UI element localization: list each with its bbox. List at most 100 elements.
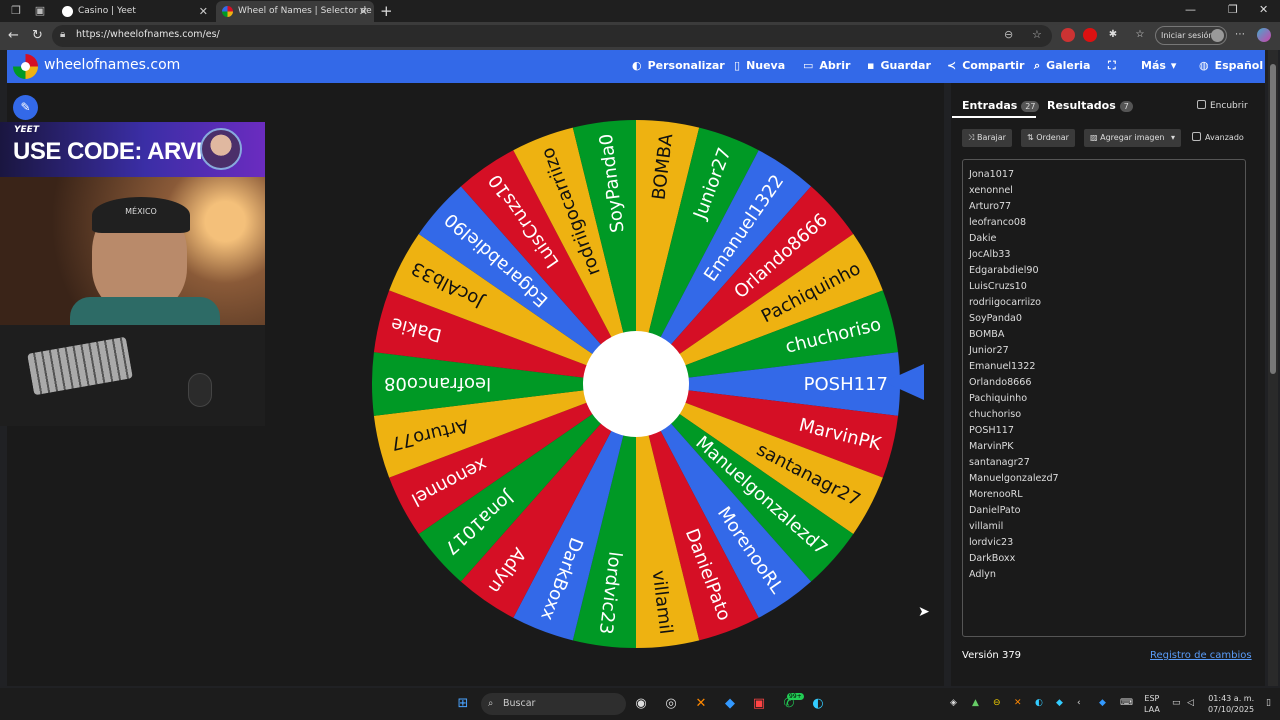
nav-open[interactable]: ▭ Abrir [803,59,850,72]
tray-icon[interactable]: ✕ [1014,698,1022,708]
reload-icon[interactable]: ↻ [32,28,43,44]
sort-icon: ⇅ [1027,133,1037,142]
minimize-icon[interactable]: — [1185,3,1196,16]
entry-item: Emanuel1322 [969,361,1036,372]
extension-icon[interactable] [1083,28,1097,42]
signin-button[interactable]: Iniciar sesión [1155,26,1227,45]
avatar [1211,29,1224,42]
advanced-checkbox[interactable]: Avanzado [1192,132,1244,142]
tray-icon[interactable]: ⊖ [993,698,1001,708]
nav-new[interactable]: ▯ Nueva [734,59,785,72]
notifications-icon[interactable]: ▯ [1266,698,1271,708]
tray-icon[interactable]: ◈ [950,698,957,708]
tray-icon[interactable]: ◆ [1099,698,1106,708]
checkbox-icon [1192,132,1201,141]
reader-icon[interactable]: ⊖ [1004,28,1013,41]
site-name[interactable]: wheelofnames.com [44,57,180,73]
url-text: https://wheelofnames.com/es/ [76,29,220,40]
tab-entries[interactable]: Entradas 27 [962,99,1040,112]
tray-icon[interactable]: ▲ [972,698,979,708]
file-icon: ▯ [734,59,741,72]
pencil-icon: ✎ [20,100,31,114]
fullscreen-button[interactable]: ⛶ [1108,59,1122,73]
favorites-icon[interactable]: ☆ [1133,28,1147,42]
maximize-icon[interactable]: ❐ [1228,3,1238,16]
nav-more[interactable]: Más ▾ [1141,59,1182,72]
nav-language[interactable]: ◍ Español [1199,59,1263,72]
new-tab-icon[interactable]: + [380,2,393,20]
tab-wheel-of-names[interactable]: Wheel of Names | Selector de nom ✕ [216,1,374,22]
taskbar-search[interactable]: ⌕ Buscar [481,693,626,715]
shuffle-button[interactable]: ⤨ Barajar [962,129,1012,147]
app-icon[interactable]: ◎ [663,696,679,712]
app-icon[interactable]: ◆ [722,696,738,712]
clock[interactable]: 01:43 a. m. 07/10/2025 [1208,693,1254,715]
url-field[interactable]: 🔒︎ https://wheelofnames.com/es/ ⊖ ☆ [52,25,1052,47]
back-icon[interactable]: ← [8,28,19,44]
entries-textarea[interactable]: Jona1017 xenonnel Arturo77 leofranco08 Dakie… [962,159,1246,637]
address-bar-row: ← ↻ 🔒︎ https://wheelofnames.com/es/ ⊖ ☆ … [0,22,1280,50]
wheel-label: POSH117 [804,374,888,395]
entry-item: Jona1017 [969,169,1015,180]
favorite-star-icon[interactable]: ☆ [1032,28,1042,41]
language-indicator[interactable]: ESP LAA [1144,693,1160,715]
logo-icon[interactable] [13,54,38,79]
hide-checkbox[interactable]: Encubrir [1197,100,1248,111]
edit-button[interactable]: ✎ [13,95,38,120]
cap: MÉXICO [92,197,190,233]
entry-item: BOMBA [969,329,1005,340]
webcam-feed: MÉXICO [0,177,265,337]
wheel-center[interactable] [583,331,689,437]
tray-icon[interactable]: ◐ [1035,698,1043,708]
sort-button[interactable]: ⇅ Ordenar [1021,129,1075,147]
tab-casino[interactable]: Casino | Yeet ✕ [56,1,214,22]
nav-share[interactable]: ≺ Compartir [947,59,1025,72]
more-icon[interactable]: ⋯ [1233,28,1247,42]
wheel-pointer [884,364,924,400]
add-image-label: Agregar imagen [1100,133,1165,142]
scroll-thumb[interactable] [1270,64,1276,374]
nav-customize[interactable]: ◐ Personalizar [632,59,725,72]
results-count-badge: 7 [1119,100,1133,112]
advanced-label: Avanzado [1205,133,1244,142]
keyboard-icon[interactable]: ⌨ [1120,698,1133,708]
changelog-link[interactable]: Registro de cambios [1150,650,1252,661]
volume-icon[interactable]: ◁ [1187,698,1194,708]
entry-item: chuchoriso [969,409,1022,420]
entry-item: Manuelgonzalezd7 [969,473,1059,484]
close-icon[interactable]: ✕ [199,1,208,22]
copilot-icon[interactable] [1257,28,1271,42]
tray-icon[interactable]: ◆ [1056,698,1063,708]
app-icon[interactable]: ▣ [751,696,767,712]
entry-item: rodriigocarriizo [969,297,1042,308]
app-icon[interactable]: ✕ [693,696,709,712]
nav-label: Galeria [1046,59,1091,72]
edge-icon[interactable]: ◐ [810,696,826,712]
mouse [188,373,212,407]
wheel-svg[interactable]: Jona1017xenonnelArturo77leofranco08Dakie… [370,118,902,650]
close-icon[interactable]: ✕ [359,1,368,22]
network-icon[interactable]: ▭ [1172,698,1181,708]
entry-item: lordvic23 [969,537,1014,548]
tab-results[interactable]: Resultados 7 [1047,99,1133,112]
nav-label: Más [1141,59,1166,72]
steam-icon[interactable]: ◉ [633,696,649,712]
extension-icon[interactable] [1061,28,1075,42]
puzzle-icon[interactable]: ✱ [1106,28,1120,42]
cap-text: MÉXICO [125,207,157,216]
wheel[interactable]: Jona1017 xenonnel Arturo77 leofranco08 Dakie… [370,118,902,650]
tab-actions-icon[interactable]: ▣ [34,5,46,17]
promo-banner: YEET USE CODE: ARVIX [0,122,265,177]
workspaces-icon[interactable]: ❐ [10,5,22,17]
add-image-button[interactable]: ▨ Agregar imagen ▾ [1084,129,1181,147]
window-close-icon[interactable]: ✕ [1259,3,1268,16]
nav-label: Personalizar [647,59,725,72]
nav-save[interactable]: ▪ Guardar [867,59,931,72]
tab-title: Wheel of Names | Selector de nom [238,6,374,16]
nav-gallery[interactable]: ⌕ Galeria [1034,59,1090,73]
search-placeholder: Buscar [503,698,536,709]
page-scrollbar[interactable] [1268,50,1278,686]
tray-icon[interactable]: ‹ [1077,698,1081,708]
windows-start-icon[interactable]: ⊞ [455,696,471,712]
lang-text: ESP [1144,694,1160,703]
